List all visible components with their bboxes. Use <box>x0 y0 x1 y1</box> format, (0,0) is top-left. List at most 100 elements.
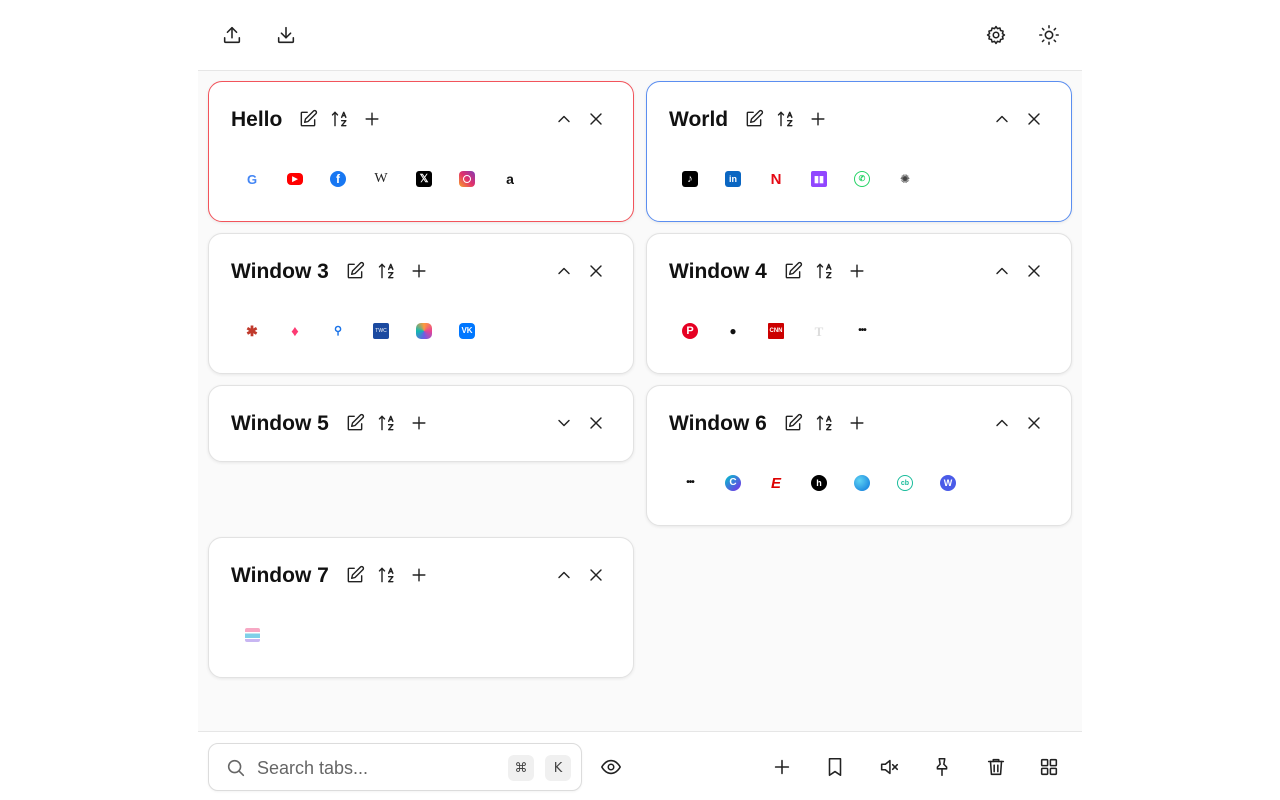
window-card[interactable]: Window 3 ✱ ♦ ⚲ TWC VK <box>208 233 634 374</box>
import-button[interactable] <box>270 19 302 51</box>
tab-favicon[interactable]: ▶ <box>284 168 306 190</box>
export-button[interactable] <box>216 19 248 51</box>
sort-tabs-button[interactable] <box>812 258 838 284</box>
collapse-window-button[interactable] <box>989 106 1015 132</box>
close-window-button[interactable] <box>1021 258 1047 284</box>
theme-toggle-button[interactable] <box>1033 19 1065 51</box>
tab-favicon[interactable]: W <box>937 472 959 494</box>
add-tab-button[interactable] <box>805 106 831 132</box>
nytimes-icon: T <box>811 323 827 339</box>
window-card[interactable]: Window 7 <box>208 537 634 678</box>
close-icon <box>590 265 602 277</box>
shortcut-k-key: K <box>545 755 571 781</box>
rename-window-button[interactable] <box>741 106 767 132</box>
close-window-button[interactable] <box>583 258 609 284</box>
rename-window-button[interactable] <box>342 562 368 588</box>
twitch-icon: ▮▮ <box>811 171 827 187</box>
bookmark-button[interactable] <box>819 751 851 783</box>
tab-favicon[interactable]: W <box>370 168 392 190</box>
add-tab-button[interactable] <box>406 410 432 436</box>
collapse-window-button[interactable] <box>989 410 1015 436</box>
vk-icon: VK <box>459 323 475 339</box>
shortcut-mod-key: ⌘ <box>508 755 534 781</box>
close-window-button[interactable] <box>583 410 609 436</box>
add-tab-button[interactable] <box>406 258 432 284</box>
add-tab-button[interactable] <box>844 410 870 436</box>
search-box[interactable]: ⌘ K <box>208 743 582 791</box>
collapse-window-button[interactable] <box>551 562 577 588</box>
tab-favicon[interactable]: f <box>327 168 349 190</box>
sort-tabs-button[interactable] <box>812 410 838 436</box>
tab-favicon[interactable]: ⚲ <box>327 320 349 342</box>
tab-favicon[interactable]: P <box>679 320 701 342</box>
tab-favicon[interactable]: CNN <box>765 320 787 342</box>
window-card[interactable]: Window 6 ••• C E h cb W <box>646 385 1072 526</box>
expand-window-button[interactable] <box>551 410 577 436</box>
rename-window-button[interactable] <box>780 410 806 436</box>
tab-favicon[interactable]: TWC <box>370 320 392 342</box>
tab-favicon[interactable] <box>241 624 263 646</box>
close-window-button[interactable] <box>583 562 609 588</box>
pin-button[interactable] <box>926 751 958 783</box>
tab-favicon[interactable]: ● <box>722 320 744 342</box>
sort-tabs-button[interactable] <box>327 106 353 132</box>
close-window-button[interactable] <box>1021 106 1047 132</box>
settings-button[interactable] <box>980 19 1012 51</box>
collapse-window-button[interactable] <box>989 258 1015 284</box>
tab-favicon[interactable]: a <box>499 168 521 190</box>
rename-window-button[interactable] <box>342 258 368 284</box>
close-window-button[interactable] <box>1021 410 1047 436</box>
gear-icon <box>986 25 1006 45</box>
tab-favicon[interactable]: ▮▮ <box>808 168 830 190</box>
toggle-visibility-button[interactable] <box>595 751 627 783</box>
tab-favicon[interactable]: in <box>722 168 744 190</box>
tab-favicon[interactable]: 𝕏 <box>413 168 435 190</box>
tab-favicon[interactable] <box>851 472 873 494</box>
add-tab-button[interactable] <box>359 106 385 132</box>
window-card[interactable]: World ♪ in N ▮▮ ✆ ✺ <box>646 81 1072 222</box>
tab-favicon[interactable]: ♦ <box>284 320 306 342</box>
tab-favicon[interactable]: C <box>722 472 744 494</box>
tab-favicon[interactable]: N <box>765 168 787 190</box>
dots-icon: ••• <box>682 475 698 491</box>
tab-favicon[interactable] <box>413 320 435 342</box>
tab-favicon[interactable]: G <box>241 168 263 190</box>
add-tab-button[interactable] <box>844 258 870 284</box>
volume-mute-icon <box>880 759 899 775</box>
tab-favicon[interactable]: E <box>765 472 787 494</box>
tab-favicon[interactable] <box>456 168 478 190</box>
grid-view-button[interactable] <box>1033 751 1065 783</box>
close-icon <box>1028 113 1040 125</box>
tab-favicon[interactable]: ✺ <box>894 168 916 190</box>
rename-window-button[interactable] <box>780 258 806 284</box>
tab-favicon[interactable]: ✆ <box>851 168 873 190</box>
search-input[interactable] <box>257 754 497 782</box>
close-window-button[interactable] <box>583 106 609 132</box>
mute-button[interactable] <box>873 751 905 783</box>
new-window-button[interactable] <box>766 751 798 783</box>
pinterest-icon: P <box>682 323 698 339</box>
collapse-window-button[interactable] <box>551 258 577 284</box>
add-tab-button[interactable] <box>406 562 432 588</box>
tab-favicon[interactable]: ••• <box>851 320 873 342</box>
sort-tabs-button[interactable] <box>773 106 799 132</box>
rename-window-button[interactable] <box>295 106 321 132</box>
window-card[interactable]: Window 4 P ● CNN T ••• <box>646 233 1072 374</box>
tab-favicon[interactable]: ♪ <box>679 168 701 190</box>
tab-favicon[interactable]: cb <box>894 472 916 494</box>
search-site-icon: ⚲ <box>330 323 346 339</box>
tab-favicon[interactable]: ✱ <box>241 320 263 342</box>
window-card[interactable]: Window 5 <box>208 385 634 462</box>
tab-favicon[interactable]: h <box>808 472 830 494</box>
delete-button[interactable] <box>980 751 1012 783</box>
sort-tabs-button[interactable] <box>374 258 400 284</box>
tab-favicon[interactable]: VK <box>456 320 478 342</box>
rename-window-button[interactable] <box>342 410 368 436</box>
sort-tabs-button[interactable] <box>374 562 400 588</box>
tab-favicon[interactable]: ••• <box>679 472 701 494</box>
tab-favicon[interactable]: T <box>808 320 830 342</box>
collapse-window-button[interactable] <box>551 106 577 132</box>
window-card[interactable]: Hello G ▶ f W 𝕏 a <box>208 81 634 222</box>
chevron-up-icon <box>558 115 570 123</box>
sort-tabs-button[interactable] <box>374 410 400 436</box>
